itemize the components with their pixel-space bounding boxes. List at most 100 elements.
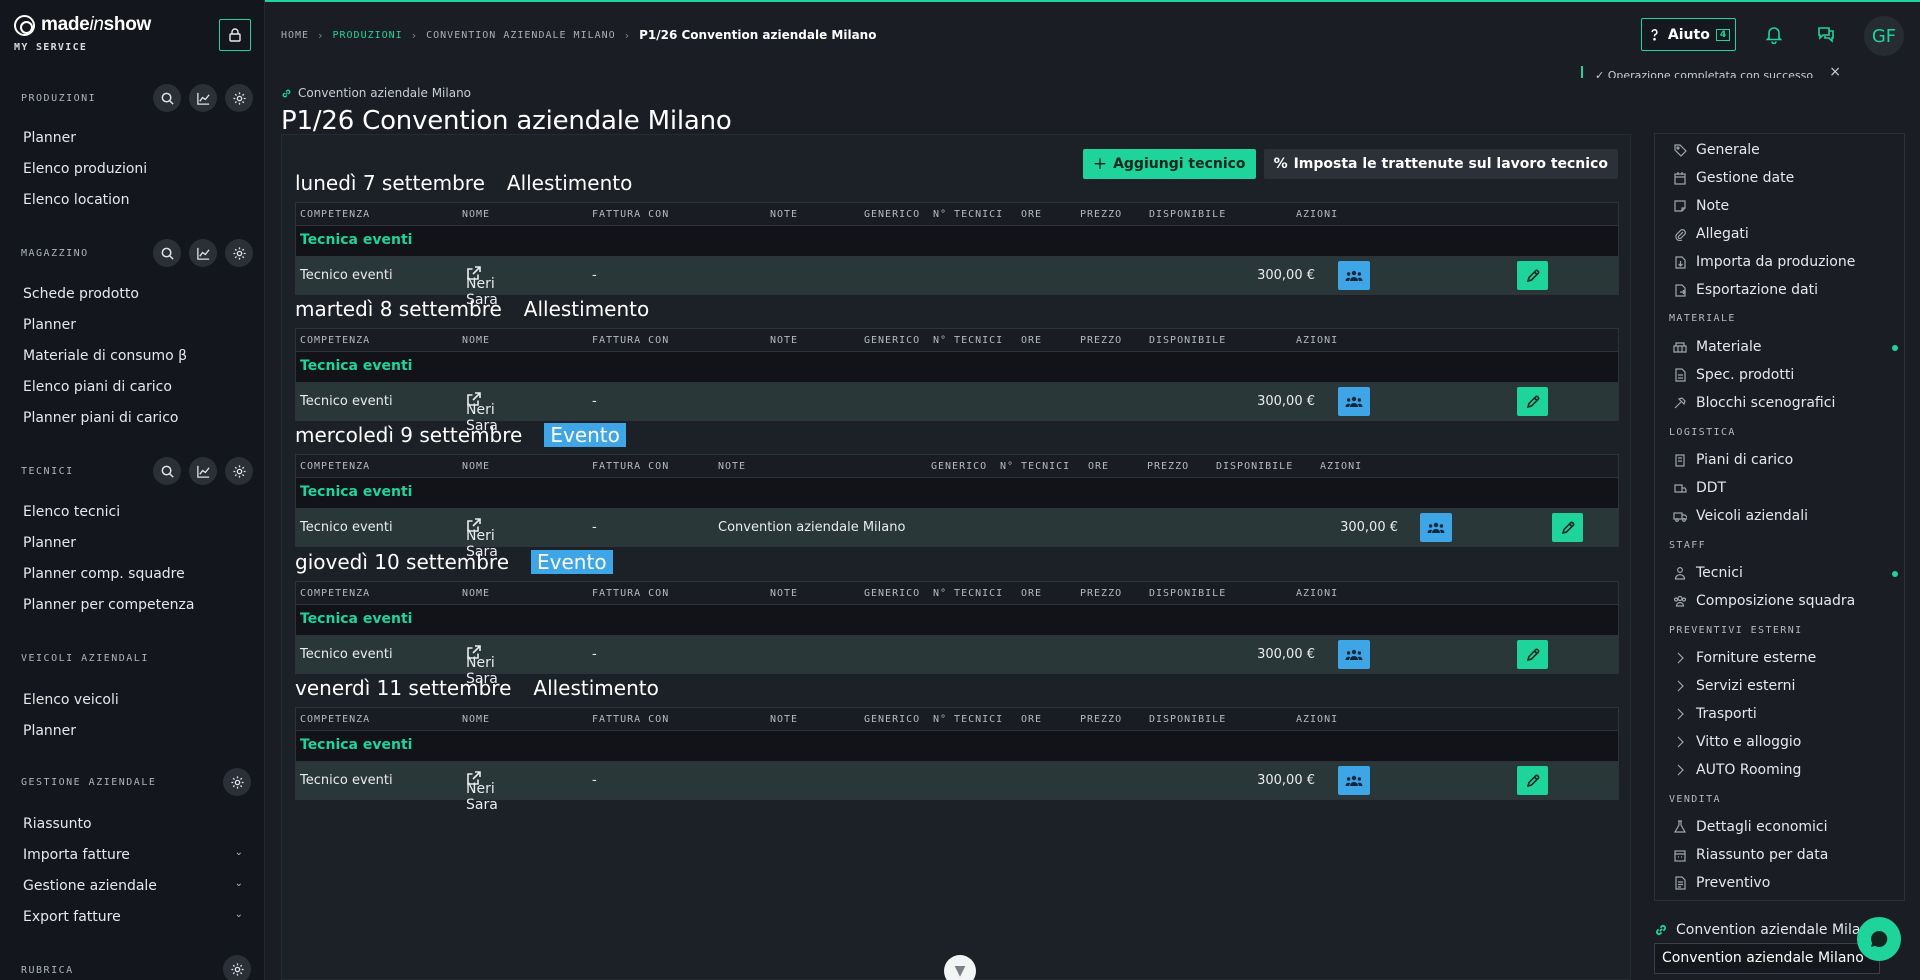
column-header[interactable]: AZIONI [1296,588,1338,599]
column-header[interactable]: DISPONIBILE [1216,461,1293,472]
cell-nome[interactable]: Neri Sara [466,770,498,813]
settings-gestione-button[interactable] [223,768,251,796]
sidebar-item-importa-fatture[interactable]: Importa fatture ⌄ [23,847,243,863]
sidebar-item-elenco-tecnici[interactable]: Elenco tecnici [23,504,243,520]
column-header[interactable]: GENERICO [931,461,987,472]
settings-produzioni-button[interactable] [225,84,253,112]
column-header[interactable]: FATTURA CON [592,714,669,725]
right-menu-auto-rooming[interactable]: AUTO Rooming [1673,762,1898,778]
right-menu-ddt[interactable]: DDT [1673,480,1898,496]
column-header[interactable]: PREZZO [1080,588,1122,599]
column-header[interactable]: FATTURA CON [592,209,669,220]
column-header[interactable]: COMPETENZA [300,714,370,725]
stats-tecnici-button[interactable] [189,457,217,485]
bottom-production-link[interactable]: Convention aziendale Milano [1654,922,1880,938]
column-header[interactable]: ORE [1088,461,1109,472]
right-menu-materiale[interactable]: Materiale [1673,339,1898,355]
cell-nome[interactable]: Neri Sara [466,265,498,308]
column-header[interactable]: N° TECNICI [933,588,1003,599]
column-header[interactable]: N° TECNICI [1000,461,1070,472]
column-header[interactable]: NOME [462,714,490,725]
column-header[interactable]: AZIONI [1296,335,1338,346]
column-header[interactable]: DISPONIBILE [1149,588,1226,599]
right-menu-composizione-squadra[interactable]: Composizione squadra [1673,593,1898,609]
column-header[interactable]: AZIONI [1296,714,1338,725]
right-menu-esportazione[interactable]: Esportazione dati [1673,282,1898,298]
edit-button[interactable] [1517,387,1548,416]
search-tecnici-button[interactable] [153,457,181,485]
notifications-button[interactable] [1762,22,1786,46]
column-header[interactable]: ORE [1021,714,1042,725]
sidebar-item-materiale-consumo[interactable]: Materiale di consumo β [23,348,243,364]
cell-nome[interactable]: Neri Sara [466,517,498,560]
column-header[interactable]: DISPONIBILE [1149,209,1226,220]
column-header[interactable]: NOME [462,461,490,472]
column-header[interactable]: PREZZO [1080,335,1122,346]
column-header[interactable]: FATTURA CON [592,588,669,599]
availability-button[interactable] [1420,513,1452,542]
sidebar-item-schede-prodotto[interactable]: Schede prodotto [23,286,243,302]
sidebar-item-planner-comp-squadre[interactable]: Planner comp. squadre [23,566,243,582]
right-menu-trasporti[interactable]: Trasporti [1673,706,1898,722]
column-header[interactable]: NOME [462,335,490,346]
right-menu-generale[interactable]: Generale [1673,142,1898,158]
right-menu-allegati[interactable]: Allegati [1673,226,1898,242]
sidebar-item-planner-magazzino[interactable]: Planner [23,317,243,333]
stats-magazzino-button[interactable] [189,239,217,267]
edit-button[interactable] [1517,766,1548,795]
sidebar-item-riassunto[interactable]: Riassunto [23,816,243,832]
settings-rubrica-button[interactable] [223,955,251,980]
column-header[interactable]: N° TECNICI [933,209,1003,220]
breadcrumb-convention[interactable]: CONVENTION AZIENDALE MILANO [426,30,616,41]
right-menu-piani-carico[interactable]: Piani di carico [1673,452,1898,468]
stats-produzioni-button[interactable] [189,84,217,112]
right-menu-riassunto-data[interactable]: Riassunto per data [1673,847,1898,863]
column-header[interactable]: NOME [462,588,490,599]
column-header[interactable]: GENERICO [864,588,920,599]
sidebar-item-planner-competenza[interactable]: Planner per competenza [23,597,243,613]
edit-button[interactable] [1517,640,1548,669]
column-header[interactable]: N° TECNICI [933,714,1003,725]
column-header[interactable]: N° TECNICI [933,335,1003,346]
column-header[interactable]: GENERICO [864,209,920,220]
edit-button[interactable] [1517,261,1548,290]
sidebar-item-planner-produzioni[interactable]: Planner [23,130,243,146]
column-header[interactable]: COMPETENZA [300,335,370,346]
breadcrumb-home[interactable]: HOME [281,30,309,41]
column-header[interactable]: DISPONIBILE [1149,335,1226,346]
availability-button[interactable] [1338,766,1370,795]
column-header[interactable]: AZIONI [1320,461,1362,472]
column-header[interactable]: FATTURA CON [592,335,669,346]
column-header[interactable]: GENERICO [864,335,920,346]
sidebar-item-planner-piani-carico[interactable]: Planner piani di carico [23,410,243,426]
column-header[interactable]: PREZZO [1147,461,1189,472]
column-header[interactable]: NOTE [770,209,798,220]
column-header[interactable]: NOTE [718,461,746,472]
sidebar-item-gestione-aziendale[interactable]: Gestione aziendale ⌄ [23,878,243,894]
production-select[interactable]: Convention aziendale Milano [1654,943,1880,974]
column-header[interactable]: COMPETENZA [300,588,370,599]
right-menu-forniture-esterne[interactable]: Forniture esterne [1673,650,1898,666]
lock-button[interactable] [219,19,251,51]
availability-button[interactable] [1338,640,1370,669]
settings-tecnici-button[interactable] [225,457,253,485]
sidebar-item-elenco-piani-carico[interactable]: Elenco piani di carico [23,379,243,395]
settings-magazzino-button[interactable] [225,239,253,267]
column-header[interactable]: ORE [1021,335,1042,346]
right-menu-spec-prodotti[interactable]: Spec. prodotti [1673,367,1898,383]
add-tech-button[interactable]: + Aggiungi tecnico [1082,149,1256,179]
sidebar-item-elenco-location[interactable]: Elenco location [23,192,243,208]
right-menu-preventivo[interactable]: Preventivo [1673,875,1898,891]
scroll-down-button[interactable]: ▼ [944,955,976,980]
column-header[interactable]: DISPONIBILE [1149,714,1226,725]
right-menu-vitto-alloggio[interactable]: Vitto e alloggio [1673,734,1898,750]
cell-nome[interactable]: Neri Sara [466,644,498,687]
column-header[interactable]: NOTE [770,714,798,725]
column-header[interactable]: COMPETENZA [300,461,370,472]
sidebar-item-export-fatture[interactable]: Export fatture ⌄ [23,909,243,925]
column-header[interactable]: GENERICO [864,714,920,725]
brand-logo[interactable]: madeinshow MY SERVICE [14,14,151,54]
column-header[interactable]: AZIONI [1296,209,1338,220]
search-magazzino-button[interactable] [153,239,181,267]
column-header[interactable]: PREZZO [1080,209,1122,220]
